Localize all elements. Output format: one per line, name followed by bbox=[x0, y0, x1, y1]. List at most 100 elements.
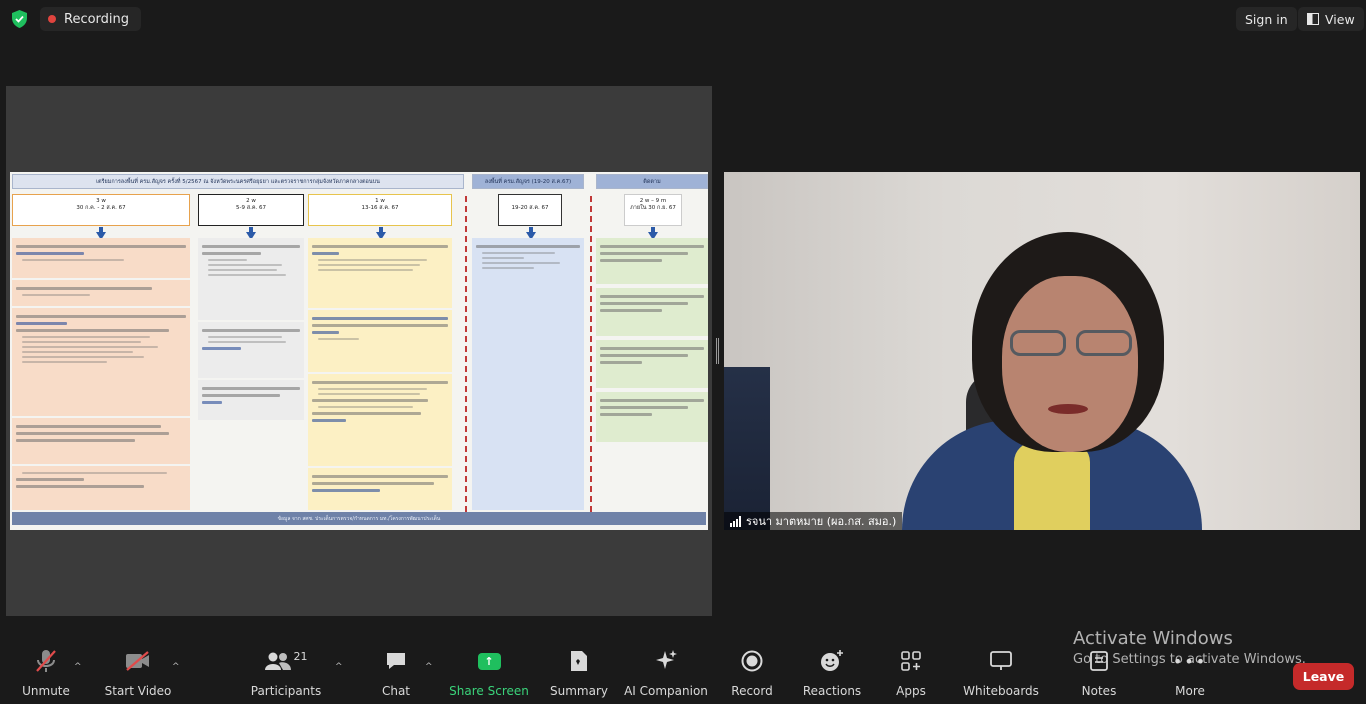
notes-icon bbox=[1089, 646, 1109, 676]
top-bar: Recording Sign in View bbox=[0, 0, 1366, 38]
task-card bbox=[198, 238, 304, 320]
panel-resize-handle[interactable] bbox=[716, 338, 719, 364]
task-card bbox=[12, 280, 190, 306]
apps-icon bbox=[901, 646, 921, 676]
task-card bbox=[12, 308, 190, 416]
participant-name: รจนา มาตหมาย (ผอ.กส. สมอ.) bbox=[746, 515, 897, 528]
share-screen-button[interactable]: ↑ Share Screen bbox=[449, 646, 529, 704]
section-divider bbox=[590, 196, 592, 512]
slide-footer: ข้อมูล จาก สศช. ประเด็นการตรวจ/กำหนดการ … bbox=[12, 512, 706, 525]
record-icon bbox=[741, 646, 763, 676]
apps-button[interactable]: Apps bbox=[893, 646, 929, 704]
task-card bbox=[596, 238, 708, 284]
task-card bbox=[308, 310, 452, 372]
participant-video[interactable]: รจนา มาตหมาย (ผอ.กส. สมอ.) bbox=[724, 172, 1360, 530]
shared-slide: เตรียมการลงพื้นที่ ครม.สัญจร ครั้งที่ 5/… bbox=[10, 172, 708, 530]
share-screen-icon: ↑ bbox=[477, 646, 501, 676]
task-card bbox=[596, 288, 708, 336]
timeline-dates: 13-16 ส.ค. 67 bbox=[361, 205, 399, 212]
video-options-chevron-icon[interactable]: ^ bbox=[172, 662, 180, 672]
slide-header-followup: ติดตาม bbox=[596, 174, 708, 189]
participants-options-chevron-icon[interactable]: ^ bbox=[335, 662, 343, 672]
task-card bbox=[308, 468, 452, 510]
audio-options-chevron-icon[interactable]: ^ bbox=[74, 662, 82, 672]
whiteboard-icon bbox=[990, 646, 1012, 676]
sign-in-button[interactable]: Sign in bbox=[1236, 7, 1297, 31]
timeline-dates: 30 ก.ค. - 2 ส.ค. 67 bbox=[76, 205, 126, 212]
chat-button[interactable]: Chat bbox=[380, 646, 412, 704]
slide-header-prep: เตรียมการลงพื้นที่ ครม.สัญจร ครั้งที่ 5/… bbox=[12, 174, 464, 189]
encryption-shield-icon[interactable] bbox=[11, 10, 28, 28]
unmute-label: Unmute bbox=[22, 684, 70, 698]
recording-indicator[interactable]: Recording bbox=[40, 7, 142, 31]
chat-options-chevron-icon[interactable]: ^ bbox=[425, 662, 433, 672]
timeline-dates: 19-20 ส.ค. 67 bbox=[511, 205, 549, 211]
task-card bbox=[472, 238, 584, 510]
chat-label: Chat bbox=[381, 684, 411, 698]
task-card bbox=[12, 418, 190, 464]
video-background bbox=[724, 367, 770, 530]
muted-microphone-icon bbox=[34, 646, 58, 676]
share-screen-label: Share Screen bbox=[449, 684, 529, 698]
shared-screen[interactable]: เตรียมการลงพื้นที่ ครม.สัญจร ครั้งที่ 5/… bbox=[6, 86, 712, 616]
task-card bbox=[308, 374, 452, 466]
ai-sparkle-icon bbox=[654, 646, 678, 676]
timeline-dates: 5-9 ส.ค. 67 bbox=[235, 205, 266, 212]
record-label: Record bbox=[731, 684, 773, 698]
timeline-box-3w: 3 w 30 ก.ค. - 2 ส.ค. 67 bbox=[12, 194, 190, 226]
timeline-box-1w: 1 w 13-16 ส.ค. 67 bbox=[308, 194, 452, 226]
video-person-face bbox=[1002, 276, 1138, 452]
recording-label: Recording bbox=[64, 11, 130, 27]
notes-button[interactable]: Notes bbox=[1080, 646, 1118, 704]
recording-dot-icon bbox=[48, 15, 56, 23]
timeline-box-2w: 2 w 5-9 ส.ค. 67 bbox=[198, 194, 304, 226]
whiteboards-button[interactable]: Whiteboards bbox=[963, 646, 1039, 704]
video-off-icon bbox=[124, 646, 152, 676]
more-button[interactable]: ••• More bbox=[1172, 646, 1208, 704]
ai-companion-button[interactable]: AI Companion bbox=[624, 646, 708, 704]
task-card bbox=[198, 322, 304, 378]
connection-signal-icon bbox=[730, 515, 741, 527]
meeting-toolbar: Unmute ^ Start Video ^ 21 Participants ^… bbox=[0, 646, 1366, 704]
whiteboards-label: Whiteboards bbox=[963, 684, 1039, 698]
more-dots-icon: ••• bbox=[1172, 651, 1208, 671]
summary-button[interactable]: Summary bbox=[550, 646, 608, 704]
view-label: View bbox=[1325, 11, 1355, 27]
participants-count: 21 bbox=[293, 649, 308, 663]
task-card bbox=[198, 380, 304, 420]
video-person-mouth bbox=[1048, 404, 1088, 414]
task-card bbox=[596, 392, 708, 442]
unmute-button[interactable]: Unmute bbox=[20, 646, 72, 704]
task-card bbox=[308, 238, 452, 308]
task-card bbox=[596, 340, 708, 388]
participant-name-label: รจนา มาตหมาย (ผอ.กส. สมอ.) bbox=[724, 512, 903, 530]
view-layout-icon bbox=[1307, 13, 1319, 25]
task-card bbox=[12, 466, 190, 510]
reactions-button[interactable]: Reactions bbox=[802, 646, 862, 704]
record-button[interactable]: Record bbox=[730, 646, 774, 704]
participants-label: Participants bbox=[250, 684, 322, 698]
leave-button[interactable]: Leave bbox=[1293, 663, 1354, 690]
chat-bubble-icon bbox=[385, 646, 407, 676]
notes-label: Notes bbox=[1081, 684, 1117, 698]
view-button[interactable]: View bbox=[1298, 7, 1364, 31]
summary-label: Summary bbox=[550, 684, 608, 698]
apps-label: Apps bbox=[896, 684, 926, 698]
summary-document-icon bbox=[569, 646, 589, 676]
timeline-dates: ภายใน 30 ก.ย. 67 bbox=[630, 205, 676, 212]
ai-companion-label: AI Companion bbox=[624, 684, 708, 698]
video-person-glasses bbox=[1006, 330, 1136, 358]
timeline-box-visit: 19-20 ส.ค. 67 bbox=[498, 194, 562, 226]
start-video-button[interactable]: Start Video bbox=[104, 646, 172, 704]
participants-button[interactable]: 21 Participants bbox=[250, 646, 322, 704]
slide-header-visit: ลงพื้นที่ ครม.สัญจร (19-20 ส.ค.67) bbox=[472, 174, 584, 189]
section-divider bbox=[465, 196, 467, 512]
timeline-box-followup: 2 w – 9 m ภายใน 30 ก.ย. 67 bbox=[624, 194, 682, 226]
task-card bbox=[12, 238, 190, 278]
reactions-label: Reactions bbox=[802, 684, 862, 698]
more-label: More bbox=[1175, 684, 1205, 698]
participants-icon: 21 bbox=[264, 646, 308, 676]
video-person-collar bbox=[1014, 442, 1090, 530]
reactions-emoji-icon bbox=[820, 646, 844, 676]
start-video-label: Start Video bbox=[104, 684, 172, 698]
